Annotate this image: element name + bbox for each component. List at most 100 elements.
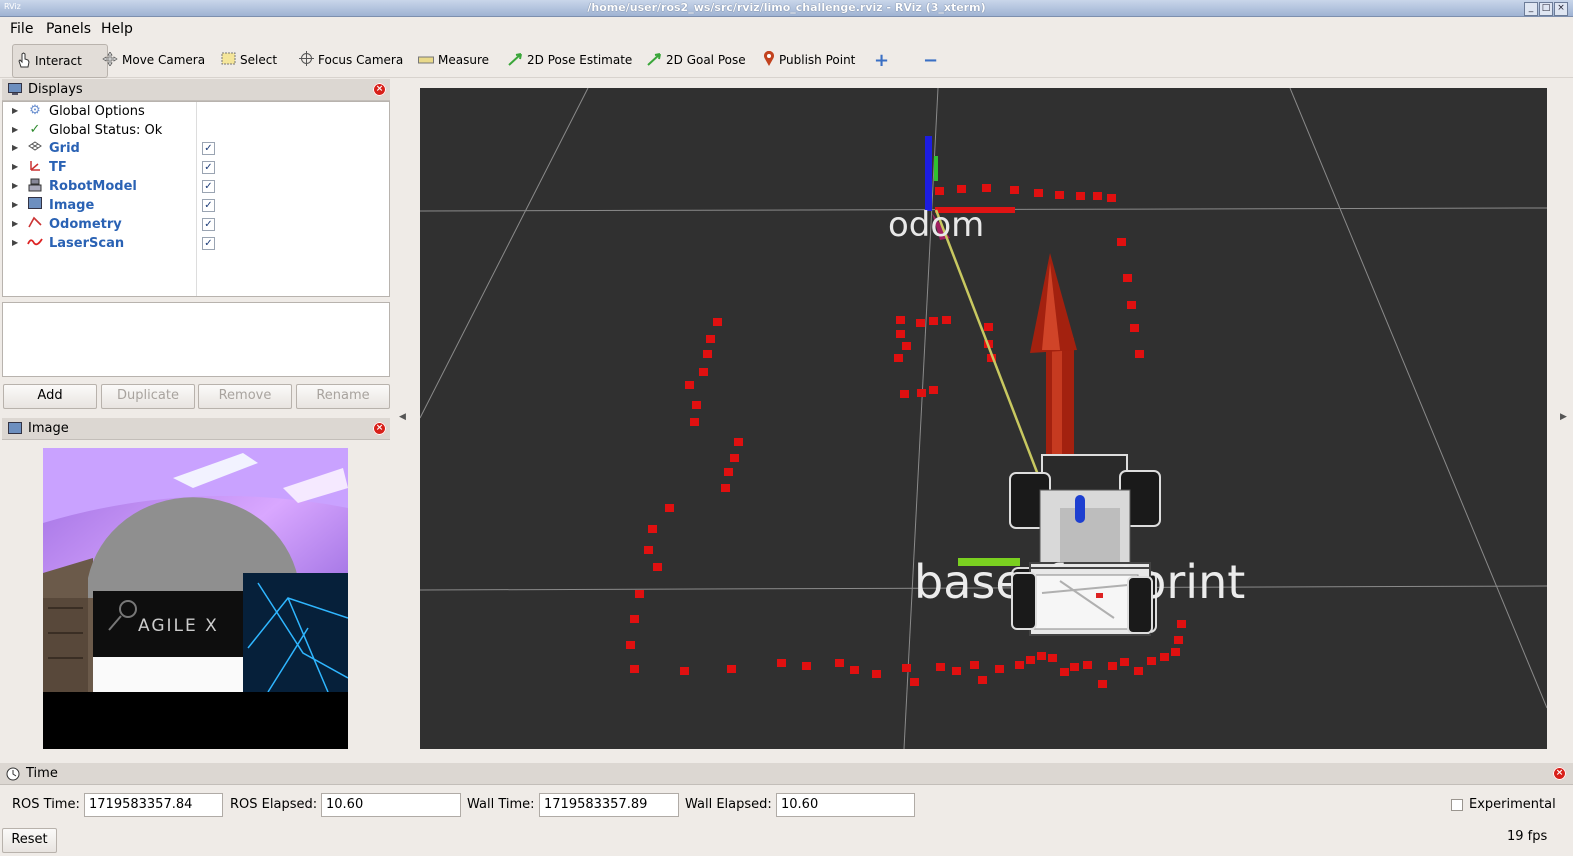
- display-item-tf[interactable]: ▶ TF ✓: [3, 159, 388, 177]
- menu-panels[interactable]: Panels: [46, 21, 91, 37]
- tool-label: 2D Goal Pose: [666, 53, 746, 67]
- title-bar: RViz /home/user/ros2_ws/src/rviz/limo_ch…: [0, 0, 1573, 17]
- expand-arrow-icon[interactable]: ▶: [12, 219, 18, 228]
- robot-model-foreground: [1011, 567, 1153, 636]
- image-panel-icon: [8, 422, 22, 435]
- wall-elapsed-field[interactable]: 10.60: [776, 793, 915, 817]
- display-name: LaserScan: [49, 236, 125, 251]
- image-panel-close-button[interactable]: ×: [373, 422, 386, 435]
- displays-title: Displays: [28, 82, 83, 97]
- odometry-checkbox[interactable]: ✓: [202, 218, 215, 231]
- fps-counter: 19 fps: [1507, 829, 1548, 844]
- tool-select[interactable]: Select: [221, 44, 277, 76]
- 3d-viewport[interactable]: odom base_footprint: [420, 88, 1547, 749]
- menu-help[interactable]: Help: [101, 21, 133, 37]
- robot-icon: [27, 178, 43, 196]
- reset-button[interactable]: Reset: [2, 828, 57, 853]
- tool-label: Focus Camera: [318, 53, 404, 67]
- displays-close-button[interactable]: ×: [373, 83, 386, 96]
- camera-logo-text: AGILE X: [138, 616, 219, 636]
- tool-focus-camera[interactable]: Focus Camera: [299, 44, 403, 76]
- select-icon: [221, 52, 236, 68]
- display-description-area: [2, 302, 390, 377]
- display-name: Grid: [49, 141, 80, 156]
- goal-pose-icon: [647, 52, 662, 69]
- display-name: TF: [49, 160, 67, 175]
- expand-arrow-icon[interactable]: ▶: [12, 106, 18, 115]
- expand-arrow-icon[interactable]: ▶: [12, 238, 18, 247]
- ros-elapsed-field[interactable]: 10.60: [321, 793, 461, 817]
- expand-arrow-icon[interactable]: ▶: [12, 181, 18, 190]
- image-checkbox[interactable]: ✓: [202, 199, 215, 212]
- add-tool-button[interactable]: +: [874, 44, 889, 76]
- pose-estimate-icon: [508, 52, 523, 69]
- tf-checkbox[interactable]: ✓: [202, 161, 215, 174]
- ros-time-label: ROS Time:: [12, 797, 80, 812]
- toolbar: Interact Move Camera Select Focus Camera…: [0, 40, 1573, 78]
- splitter-collapse-right-icon[interactable]: ▶: [1560, 412, 1567, 422]
- image-panel-body: AGILE X: [2, 441, 390, 753]
- expand-arrow-icon[interactable]: ▶: [12, 162, 18, 171]
- tool-label: 2D Pose Estimate: [527, 53, 633, 67]
- window-title: /home/user/ros2_ws/src/rviz/limo_challen…: [587, 1, 986, 14]
- odometry-icon: [27, 216, 43, 232]
- time-panel-close-button[interactable]: ×: [1553, 767, 1566, 780]
- wall-time-field[interactable]: 1719583357.89: [539, 793, 679, 817]
- minimize-button[interactable]: _: [1524, 2, 1538, 16]
- tool-2d-pose-estimate[interactable]: 2D Pose Estimate: [508, 44, 632, 76]
- display-item-laserscan[interactable]: ▶ LaserScan ✓: [3, 235, 388, 253]
- tool-interact[interactable]: Interact: [12, 44, 108, 78]
- tool-label: Interact: [35, 54, 82, 68]
- clock-icon: [6, 767, 20, 781]
- display-item-global-options[interactable]: ▶ ⚙ Global Options: [3, 103, 388, 121]
- image-panel-title: Image: [28, 421, 69, 436]
- maximize-button[interactable]: □: [1539, 2, 1553, 16]
- ros-time-field[interactable]: 1719583357.84: [84, 793, 223, 817]
- display-name: Odometry: [49, 217, 122, 232]
- laserscan-checkbox[interactable]: ✓: [202, 237, 215, 250]
- tf-link-line: [934, 209, 1042, 481]
- laserscan-icon: [27, 235, 43, 251]
- tool-label: Move Camera: [122, 53, 206, 67]
- time-panel-title: Time: [26, 766, 58, 781]
- close-window-button[interactable]: ×: [1554, 2, 1568, 16]
- focus-camera-icon: [299, 51, 314, 69]
- ruler-icon: [418, 53, 434, 67]
- move-camera-icon: [102, 50, 118, 69]
- displays-tree: ▶ ⚙ Global Options ▶ ✓ Global Status: Ok…: [2, 101, 390, 297]
- remove-tool-button[interactable]: −: [923, 44, 938, 76]
- wall-time-label: Wall Time:: [467, 797, 535, 812]
- display-item-grid[interactable]: ▶ Grid ✓: [3, 140, 388, 158]
- display-item-image[interactable]: ▶ Image ✓: [3, 197, 388, 215]
- tool-move-camera[interactable]: Move Camera: [102, 44, 205, 76]
- 3d-scene[interactable]: odom base_footprint: [420, 88, 1547, 749]
- tool-label: Select: [240, 53, 278, 67]
- ros-elapsed-label: ROS Elapsed:: [230, 797, 318, 812]
- expand-arrow-icon[interactable]: ▶: [12, 200, 18, 209]
- check-icon: ✓: [29, 122, 41, 137]
- duplicate-display-button[interactable]: Duplicate: [101, 384, 195, 409]
- tool-2d-goal-pose[interactable]: 2D Goal Pose: [647, 44, 746, 76]
- tool-publish-point[interactable]: Publish Point: [763, 44, 855, 76]
- display-item-global-status[interactable]: ▶ ✓ Global Status: Ok: [3, 122, 388, 140]
- wall-elapsed-label: Wall Elapsed:: [685, 797, 772, 812]
- tool-measure[interactable]: Measure: [418, 44, 489, 76]
- display-name: Global Options: [49, 104, 145, 119]
- splitter-collapse-left-icon[interactable]: ◀: [399, 412, 406, 422]
- expand-arrow-icon[interactable]: ▶: [12, 143, 18, 152]
- camera-image: AGILE X: [43, 448, 348, 749]
- displays-panel-header: Displays ×: [2, 79, 390, 101]
- gear-icon: ⚙: [29, 103, 41, 118]
- add-display-button[interactable]: Add: [3, 384, 97, 409]
- experimental-checkbox[interactable]: [1451, 799, 1463, 811]
- time-panel-header: Time ×: [0, 763, 1573, 785]
- display-name: RobotModel: [49, 179, 137, 194]
- remove-display-button[interactable]: Remove: [198, 384, 292, 409]
- grid-checkbox[interactable]: ✓: [202, 142, 215, 155]
- robotmodel-checkbox[interactable]: ✓: [202, 180, 215, 193]
- display-item-robotmodel[interactable]: ▶ RobotModel ✓: [3, 178, 388, 196]
- menu-file[interactable]: File: [10, 21, 33, 37]
- expand-arrow-icon[interactable]: ▶: [12, 125, 18, 134]
- display-item-odometry[interactable]: ▶ Odometry ✓: [3, 216, 388, 234]
- rename-display-button[interactable]: Rename: [296, 384, 390, 409]
